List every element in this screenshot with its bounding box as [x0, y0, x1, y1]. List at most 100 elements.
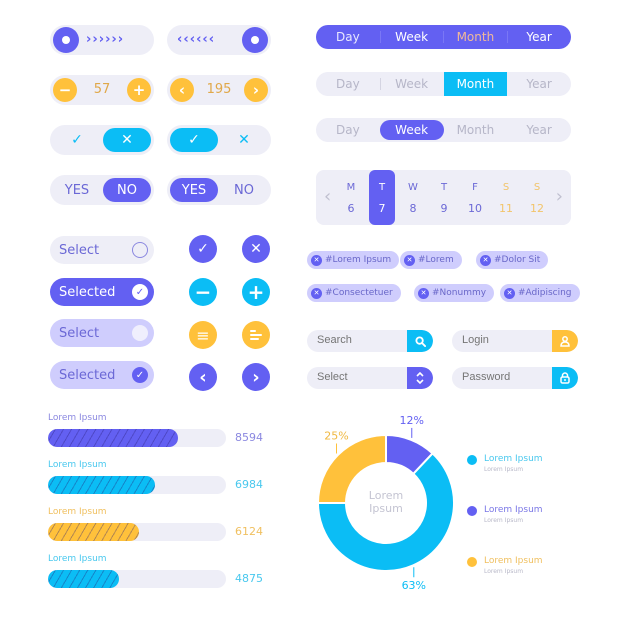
- search-icon[interactable]: [407, 330, 433, 352]
- segmented-control-pill[interactable]: Day Week Month Year: [316, 118, 571, 142]
- menu-icon: ≡: [196, 325, 210, 345]
- selected-option[interactable]: Selected ✓: [50, 361, 154, 389]
- tag-chip[interactable]: ✕ #Nonummy: [414, 284, 495, 302]
- close-icon[interactable]: ✕: [103, 128, 151, 152]
- calendar-day[interactable]: M 6: [338, 170, 364, 225]
- slider-knob[interactable]: [242, 27, 268, 53]
- select-input[interactable]: [317, 371, 407, 383]
- segment-month[interactable]: Month: [443, 72, 508, 96]
- remove-tag-icon[interactable]: ✕: [311, 287, 322, 299]
- segment-day[interactable]: Day: [316, 25, 380, 49]
- chevron-right-icon[interactable]: ›: [556, 186, 563, 207]
- slider-knob[interactable]: [53, 27, 79, 53]
- check-circle-icon: ✓: [132, 284, 148, 300]
- login-field[interactable]: [452, 330, 578, 352]
- progress-label: Lorem Ipsum: [48, 413, 107, 423]
- segment-day[interactable]: Day: [316, 118, 380, 142]
- progress-label: Lorem Ipsum: [48, 507, 107, 517]
- remove-tag-icon[interactable]: ✕: [504, 287, 515, 299]
- tag-chip[interactable]: ✕ #Lorem: [400, 251, 462, 269]
- plus-button[interactable]: +: [242, 278, 270, 306]
- yes-no-toggle[interactable]: YES NO: [50, 175, 154, 205]
- remove-tag-icon[interactable]: ✕: [418, 287, 429, 299]
- remove-tag-icon[interactable]: ✕: [404, 254, 415, 266]
- chevron-left-icon[interactable]: ‹: [324, 186, 331, 207]
- minus-button[interactable]: −: [53, 78, 77, 102]
- tag-chip[interactable]: ✕ #Adipiscing: [500, 284, 580, 302]
- decrement-button[interactable]: ‹: [170, 78, 194, 102]
- segment-year[interactable]: Year: [507, 118, 571, 142]
- calendar-day[interactable]: S 11: [493, 170, 519, 225]
- minus-button[interactable]: −: [189, 278, 217, 306]
- plus-button[interactable]: +: [127, 78, 151, 102]
- radio-empty-icon: [132, 325, 148, 341]
- yes-option[interactable]: YES: [170, 178, 218, 202]
- close-button[interactable]: ✕: [242, 235, 270, 263]
- calendar-day[interactable]: T 7: [369, 170, 395, 225]
- calendar-day[interactable]: W 8: [400, 170, 426, 225]
- segment-year[interactable]: Year: [507, 25, 571, 49]
- password-field[interactable]: [452, 367, 578, 389]
- select-field[interactable]: [307, 367, 433, 389]
- slice-label: 12%: [400, 414, 424, 427]
- swipe-slider-left[interactable]: ‹‹‹‹‹‹: [167, 25, 271, 55]
- yes-option[interactable]: YES: [53, 178, 101, 202]
- day-of-week: M: [346, 182, 356, 193]
- segment-month[interactable]: Month: [444, 118, 508, 142]
- tag-chip[interactable]: ✕ #Lorem Ipsum: [307, 251, 400, 269]
- progress-label: Lorem Ipsum: [48, 554, 107, 564]
- select-option[interactable]: Select: [50, 319, 154, 347]
- segmented-control-cyan[interactable]: Day Week Month Year: [316, 72, 571, 96]
- increment-button[interactable]: ›: [244, 78, 268, 102]
- segment-week[interactable]: Week: [380, 72, 444, 96]
- legend-subtitle: Lorem Ipsum: [484, 568, 524, 575]
- calendar-day[interactable]: T 9: [431, 170, 457, 225]
- check-icon[interactable]: ✓: [170, 128, 218, 152]
- remove-tag-icon[interactable]: ✕: [311, 254, 322, 266]
- calendar-day[interactable]: S 12: [524, 170, 550, 225]
- segment-divider: [443, 31, 444, 43]
- yes-no-toggle[interactable]: YES NO: [167, 175, 271, 205]
- quantity-stepper[interactable]: 57 − +: [50, 75, 154, 105]
- close-icon[interactable]: ✕: [220, 128, 268, 152]
- progress-track: [48, 476, 226, 494]
- calendar-day[interactable]: F 10: [462, 170, 488, 225]
- tag-chip[interactable]: ✕ #Dolor Sit: [476, 251, 549, 269]
- legend-title: Lorem Ipsum: [484, 505, 543, 515]
- select-option[interactable]: Select: [50, 236, 154, 264]
- progress-fill: [48, 570, 120, 588]
- login-input[interactable]: [462, 334, 552, 346]
- selected-option[interactable]: Selected ✓: [50, 278, 154, 306]
- no-option[interactable]: NO: [220, 178, 268, 202]
- previous-button[interactable]: ‹: [189, 363, 217, 391]
- day-of-week: S: [533, 182, 541, 193]
- search-input[interactable]: [317, 334, 407, 346]
- no-option[interactable]: NO: [103, 178, 151, 202]
- menu-button[interactable]: ≡: [189, 321, 217, 349]
- swipe-slider-right[interactable]: ››››››: [50, 25, 154, 55]
- value-stepper[interactable]: 195 ‹ ›: [167, 75, 271, 105]
- select-label: Selected: [59, 367, 116, 383]
- check-cross-toggle[interactable]: ✓ ✕: [50, 125, 154, 155]
- progress-label: Lorem Ipsum: [48, 460, 107, 470]
- check-cross-toggle[interactable]: ✓ ✕: [167, 125, 271, 155]
- segment-year[interactable]: Year: [507, 72, 571, 96]
- check-icon[interactable]: ✓: [53, 128, 101, 152]
- plus-icon: +: [247, 280, 265, 304]
- next-button[interactable]: ›: [242, 363, 270, 391]
- day-date: 7: [378, 202, 386, 215]
- segment-week[interactable]: Week: [379, 120, 444, 140]
- search-field[interactable]: [307, 330, 433, 352]
- segment-day[interactable]: Day: [316, 72, 380, 96]
- chevron-up-down-icon[interactable]: [407, 367, 433, 389]
- check-icon: ✓: [197, 241, 209, 257]
- check-button[interactable]: ✓: [189, 235, 217, 263]
- segment-week[interactable]: Week: [380, 25, 444, 49]
- segment-month[interactable]: Month: [444, 25, 508, 49]
- tag-chip[interactable]: ✕ #Consectetuer: [307, 284, 401, 302]
- legend-swatch: [467, 557, 477, 567]
- align-left-button[interactable]: [242, 321, 270, 349]
- password-input[interactable]: [462, 371, 552, 383]
- legend-title: Lorem Ipsum: [484, 454, 543, 464]
- remove-tag-icon[interactable]: ✕: [480, 254, 491, 266]
